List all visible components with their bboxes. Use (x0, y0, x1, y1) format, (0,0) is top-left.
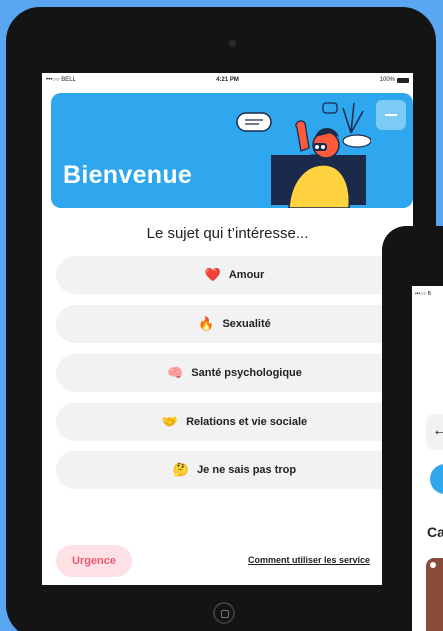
minimize-button[interactable] (376, 100, 406, 130)
handshake-icon: 🤝 (161, 414, 179, 429)
mockup-stage: •••○○ BELL 4:21 PM 100% Bienvenue Le suj… (0, 0, 443, 631)
battery-icon (397, 77, 409, 83)
home-button[interactable] (213, 602, 235, 624)
how-to-use-link[interactable]: Comment utiliser les service (248, 555, 370, 565)
person-illustration (236, 102, 371, 208)
topic-label: Relations et vie sociale (186, 416, 308, 428)
app-screen: •••○○ BELL 4:21 PM 100% Bienvenue Le suj… (42, 73, 413, 585)
topic-sexualite[interactable]: 🔥 Sexualité (56, 305, 413, 343)
brain-icon: 🧠 (167, 365, 184, 380)
topic-prompt: Le sujet qui t’intéresse... (146, 225, 309, 242)
topic-ne-sais-pas[interactable]: 🤔 Je ne sais pas trop (56, 451, 413, 489)
status-time: 4:21 PM (216, 77, 239, 83)
status-battery-group: 100% (380, 77, 409, 83)
topic-sante-psychologique[interactable]: 🧠 Santé psychologique (56, 354, 413, 392)
back-button[interactable]: ← (426, 414, 443, 450)
tablet-main: •••○○ BELL 4:21 PM 100% Bienvenue Le suj… (6, 7, 436, 631)
welcome-banner: Bienvenue (51, 93, 413, 208)
secondary-status: •••○○ B (415, 291, 432, 297)
tablet-secondary: •••○○ B ← Ca (382, 226, 443, 631)
status-bar: •••○○ BELL 4:21 PM 100% (42, 73, 413, 87)
camera-dot (229, 40, 236, 47)
battery-percent: 100% (379, 77, 395, 83)
secondary-screen: •••○○ B ← Ca (412, 286, 443, 631)
arrow-left-icon: ← (432, 422, 443, 439)
secondary-heading: Ca (427, 524, 443, 540)
image-card[interactable] (426, 558, 443, 631)
topic-amour[interactable]: ❤️ Amour (56, 256, 413, 294)
topic-label: Amour (228, 269, 265, 281)
heart-icon: ❤️ (204, 267, 221, 282)
blue-avatar (430, 464, 443, 494)
topic-relations[interactable]: 🤝 Relations et vie sociale (56, 403, 413, 441)
thinking-face-icon: 🤔 (172, 462, 190, 477)
topic-label: Santé psychologique (191, 367, 302, 379)
fire-icon: 🔥 (198, 316, 215, 331)
urgence-button[interactable]: Urgence (56, 545, 132, 577)
banner-title: Bienvenue (63, 161, 193, 189)
topic-label: Sexualité (222, 318, 271, 330)
topic-label: Je ne sais pas trop (197, 464, 297, 476)
